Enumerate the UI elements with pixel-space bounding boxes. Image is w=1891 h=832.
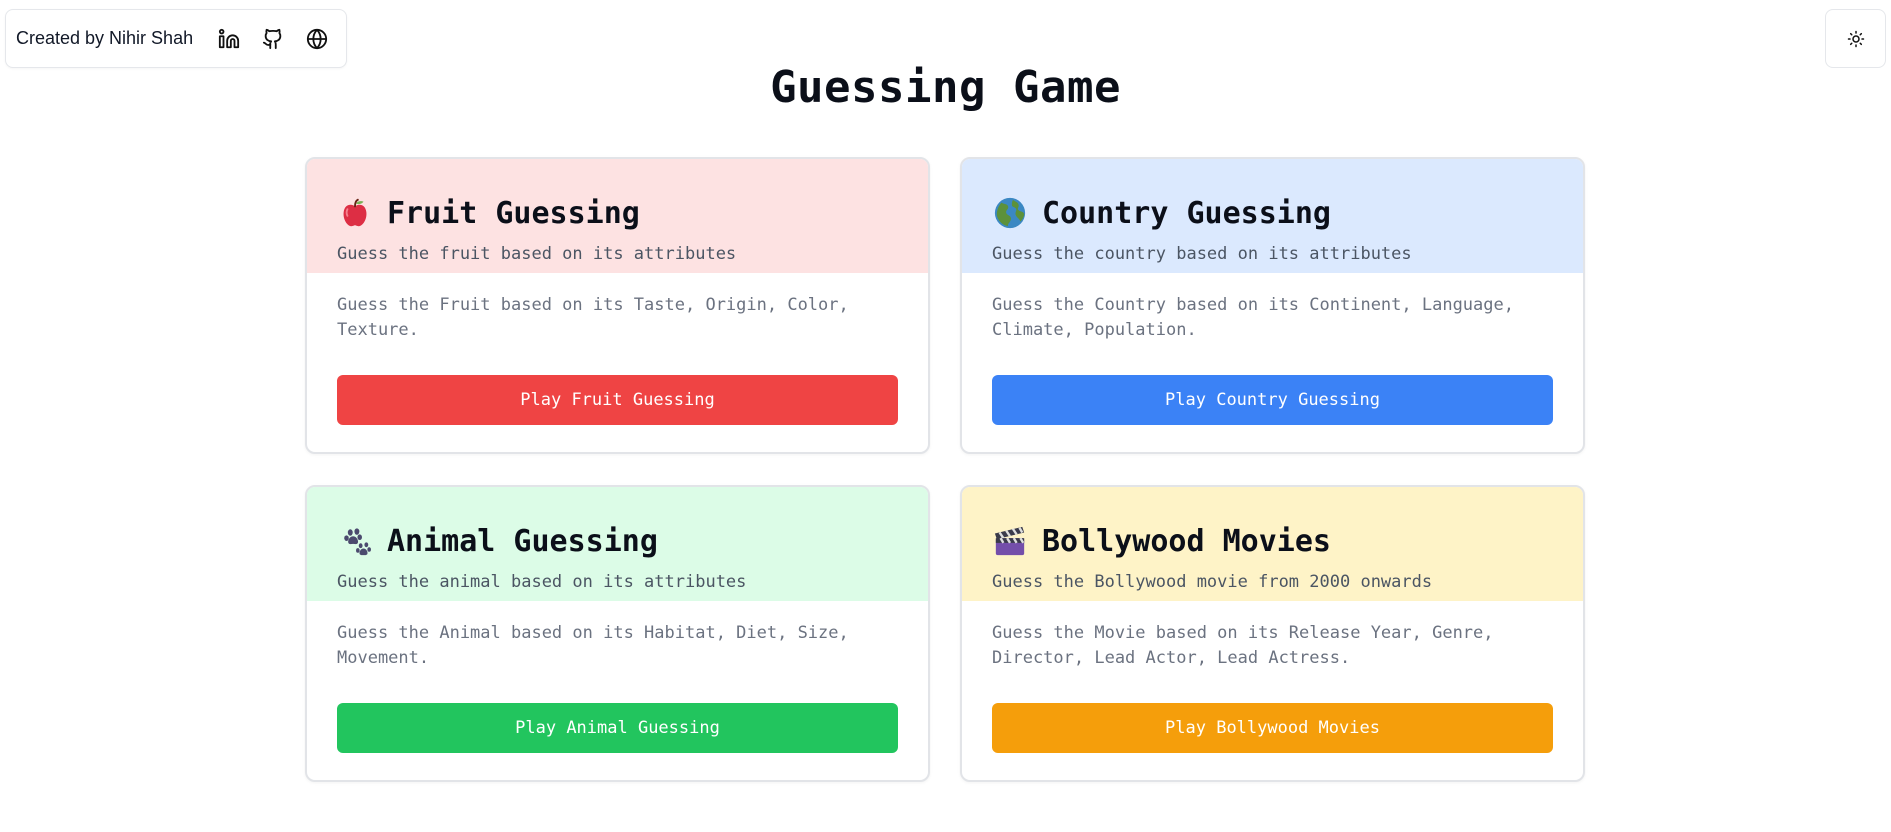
play-country-button[interactable]: Play Country Guessing <box>992 375 1553 425</box>
card-subtitle: Guess the fruit based on its attributes <box>337 244 737 264</box>
fruit-game-card: Fruit Guessing Guess the fruit based on … <box>305 157 930 454</box>
game-card-grid: Fruit Guessing Guess the fruit based on … <box>305 157 1585 782</box>
play-bollywood-button[interactable]: Play Bollywood Movies <box>992 703 1553 753</box>
card-description: Guess the Animal based on its Habitat, D… <box>337 623 849 668</box>
website-link[interactable] <box>295 17 339 61</box>
card-title: Animal Guessing <box>337 521 898 561</box>
card-body: Guess the Country based on its Continent… <box>962 273 1583 425</box>
card-description: Guess the Movie based on its Release Yea… <box>992 623 1494 668</box>
card-header: Animal Guessing Guess the animal based o… <box>307 487 928 601</box>
card-header: Bollywood Movies Guess the Bollywood mov… <box>962 487 1583 601</box>
card-header: Fruit Guessing Guess the fruit based on … <box>307 159 928 273</box>
card-title: Country Guessing <box>992 193 1553 233</box>
bollywood-game-card: Bollywood Movies Guess the Bollywood mov… <box>960 485 1585 782</box>
theme-toggle-button[interactable] <box>1825 9 1886 68</box>
credit-bar: Created by Nihir Shah <box>5 9 347 68</box>
animal-game-card: Animal Guessing Guess the animal based o… <box>305 485 930 782</box>
play-animal-button[interactable]: Play Animal Guessing <box>337 703 898 753</box>
page-title: Guessing Game <box>770 62 1121 113</box>
play-fruit-button[interactable]: Play Fruit Guessing <box>337 375 898 425</box>
card-body: Guess the Animal based on its Habitat, D… <box>307 601 928 753</box>
sun-icon <box>1847 30 1864 47</box>
apple-emoji-icon <box>337 195 373 231</box>
github-icon <box>263 28 282 49</box>
card-subtitle: Guess the animal based on its attributes <box>337 572 747 592</box>
globe-europe-emoji-icon <box>992 195 1028 231</box>
paw-prints-emoji-icon <box>337 523 373 559</box>
card-title: Fruit Guessing <box>337 193 898 233</box>
card-title-text: Fruit Guessing <box>387 195 640 231</box>
card-subtitle: Guess the Bollywood movie from 2000 onwa… <box>992 572 1433 592</box>
card-description: Guess the Country based on its Continent… <box>992 295 1514 340</box>
card-title-text: Country Guessing <box>1042 195 1331 231</box>
card-title-text: Animal Guessing <box>387 523 658 559</box>
card-title: Bollywood Movies <box>992 521 1553 561</box>
card-body: Guess the Movie based on its Release Yea… <box>962 601 1583 753</box>
card-title-text: Bollywood Movies <box>1042 523 1331 559</box>
country-game-card: Country Guessing Guess the country based… <box>960 157 1585 454</box>
globe-icon <box>307 28 328 49</box>
clapper-board-emoji-icon <box>992 523 1028 559</box>
card-description: Guess the Fruit based on its Taste, Orig… <box>337 295 849 340</box>
credit-text: Created by Nihir Shah <box>16 28 194 48</box>
github-link[interactable] <box>251 17 295 61</box>
card-body: Guess the Fruit based on its Taste, Orig… <box>307 273 928 425</box>
linkedin-link[interactable] <box>207 17 251 61</box>
card-header: Country Guessing Guess the country based… <box>962 159 1583 273</box>
linkedin-icon <box>219 28 240 48</box>
card-subtitle: Guess the country based on its attribute… <box>992 244 1412 264</box>
